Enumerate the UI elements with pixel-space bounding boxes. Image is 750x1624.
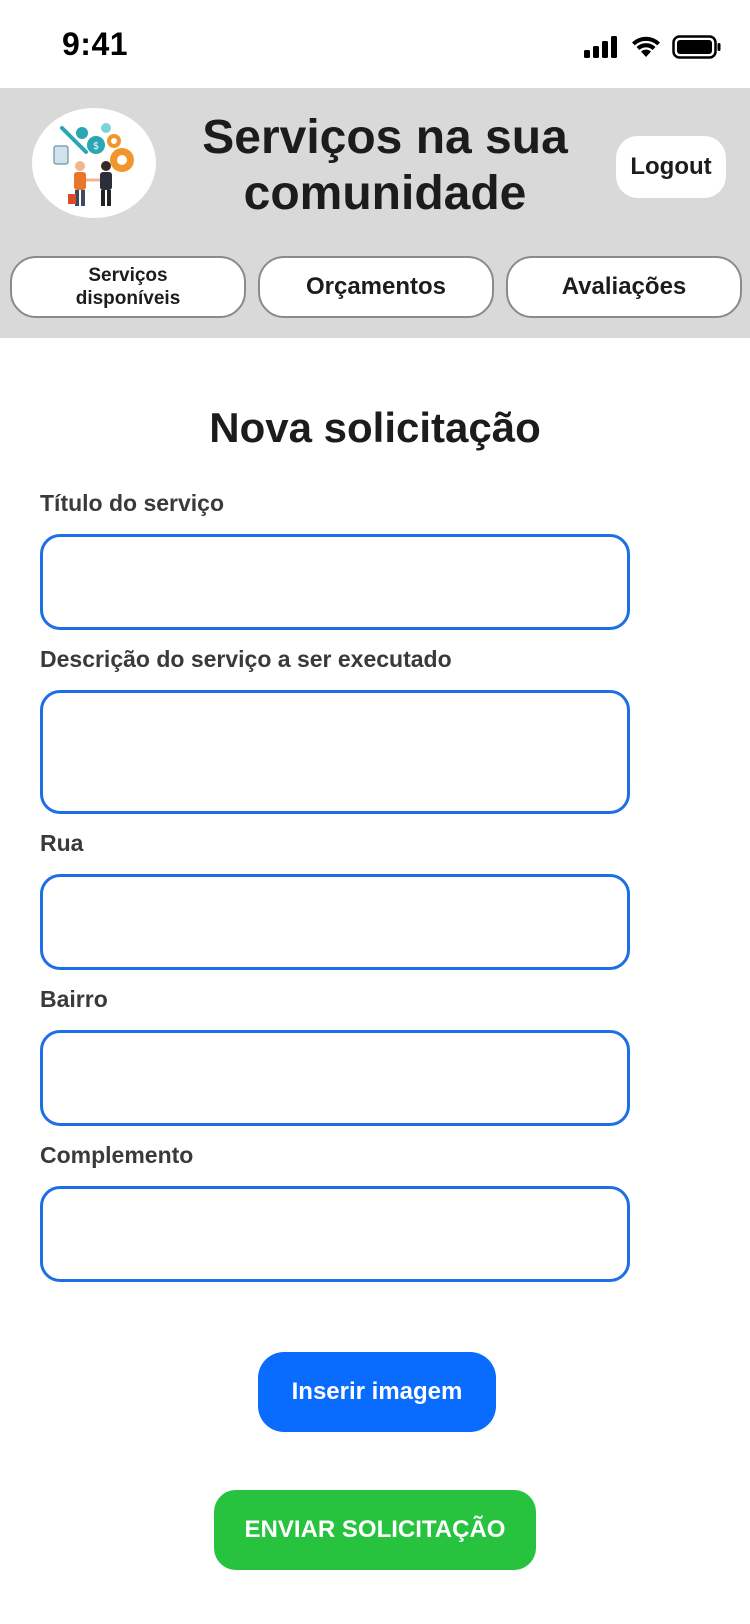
- svg-text:$: $: [93, 141, 99, 152]
- complement-label: Complemento: [40, 1142, 194, 1168]
- service-description-input[interactable]: [40, 690, 630, 814]
- neighborhood-input[interactable]: [40, 1030, 630, 1126]
- app-title: Serviços na sua comunidade: [202, 111, 568, 220]
- tab-label: Avaliações: [561, 273, 687, 300]
- community-services-logo-icon: $: [53, 123, 134, 206]
- service-title-input[interactable]: [40, 534, 630, 630]
- service-title-label: Título do serviço: [40, 490, 225, 516]
- service-description-label: Descrição do serviço a ser executado: [40, 646, 452, 672]
- tab-avaliacoes[interactable]: Avaliações: [506, 256, 742, 318]
- street-input[interactable]: [40, 874, 630, 970]
- wifi-icon: [632, 36, 660, 57]
- tab-orcamentos[interactable]: Orçamentos: [258, 256, 494, 318]
- page-title: Nova solicitação: [209, 404, 541, 451]
- tab-servicos-disponiveis[interactable]: Serviços disponíveis: [10, 256, 246, 318]
- complement-input[interactable]: [40, 1186, 630, 1282]
- street-label: Rua: [40, 830, 84, 856]
- logout-button[interactable]: Logout: [616, 136, 726, 198]
- community-services-logo: $: [32, 108, 156, 218]
- tab-label: Serviços disponíveis: [75, 265, 181, 309]
- cellular-signal-icon: [584, 36, 617, 58]
- tab-label: Orçamentos: [305, 273, 447, 300]
- insert-image-button[interactable]: Inserir imagem: [258, 1352, 496, 1432]
- battery-icon: [672, 35, 721, 59]
- status-icons: [584, 32, 722, 62]
- nav-tabs: Serviços disponíveis Orçamentos Avaliaçõ…: [0, 256, 750, 318]
- status-bar: 9:41: [0, 0, 750, 88]
- neighborhood-label: Bairro: [40, 986, 108, 1012]
- app-header: $ Serviços na sua comunidade Logout Serv…: [0, 88, 750, 338]
- status-time: 9:41: [62, 26, 129, 62]
- submit-request-button[interactable]: ENVIAR SOLICITAÇÃO: [214, 1490, 536, 1570]
